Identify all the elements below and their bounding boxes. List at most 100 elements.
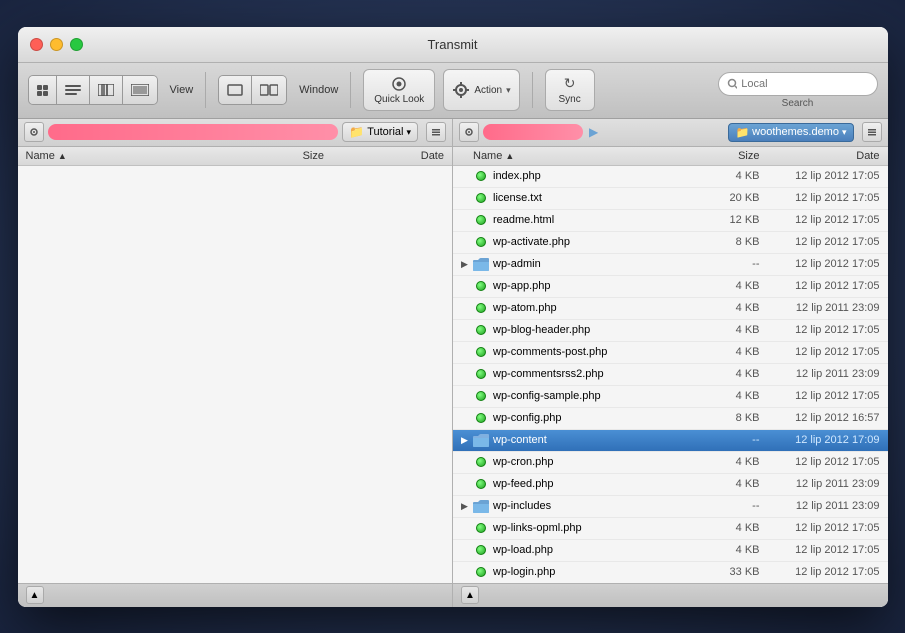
file-icon xyxy=(473,212,489,228)
left-column-header: Name ▲ Size Date xyxy=(18,147,453,166)
file-icon xyxy=(473,190,489,206)
status-dot xyxy=(476,325,486,335)
status-dot xyxy=(476,457,486,467)
file-name: wp-atom.php xyxy=(493,302,705,314)
toolbar-sep2 xyxy=(350,72,351,108)
left-folder-badge[interactable]: 📁 Tutorial ▾ xyxy=(342,122,418,142)
file-icon xyxy=(473,168,489,184)
status-dot xyxy=(476,391,486,401)
file-name: wp-activate.php xyxy=(493,236,705,248)
right-status-up-button[interactable]: ▲ xyxy=(461,586,479,604)
status-dot xyxy=(476,281,486,291)
file-size: 4 KB xyxy=(705,346,760,358)
sync-button[interactable]: ↻ Sync xyxy=(545,69,595,111)
window-single-button[interactable] xyxy=(219,76,252,104)
file-size: 4 KB xyxy=(705,456,760,468)
search-input[interactable] xyxy=(741,78,868,90)
table-row[interactable]: wp-comments-post.php4 KB12 lip 2012 17:0… xyxy=(453,342,888,364)
table-row[interactable]: license.txt20 KB12 lip 2012 17:05 xyxy=(453,188,888,210)
status-dot xyxy=(476,413,486,423)
toolbar: View Window Quic xyxy=(18,63,888,119)
window-dual-button[interactable] xyxy=(252,76,286,104)
view-column-button[interactable] xyxy=(90,76,123,104)
file-icon xyxy=(473,300,489,316)
file-date: 12 lip 2012 17:05 xyxy=(760,456,880,468)
file-date: 12 lip 2012 17:05 xyxy=(760,258,880,270)
content-area: 📁 Tutorial ▾ Name ▲ Siz xyxy=(18,119,888,607)
maximize-button[interactable] xyxy=(70,38,83,51)
quick-look-button[interactable]: Quick Look xyxy=(363,69,435,111)
right-folder-badge[interactable]: 📁 woothemes.demo ▾ xyxy=(728,123,853,142)
file-icon xyxy=(473,520,489,536)
left-pane-action-button[interactable] xyxy=(426,122,446,142)
left-breadcrumb-nav xyxy=(48,124,339,140)
table-row[interactable]: wp-app.php4 KB12 lip 2012 17:05 xyxy=(453,276,888,298)
file-size: 8 KB xyxy=(705,412,760,424)
action-arrow-icon: ▾ xyxy=(506,85,511,96)
view-grid-button[interactable] xyxy=(29,76,57,104)
file-date: 12 lip 2012 17:05 xyxy=(760,324,880,336)
file-date: 12 lip 2011 23:09 xyxy=(760,302,880,314)
close-button[interactable] xyxy=(30,38,43,51)
quick-look-icon xyxy=(389,76,409,92)
action-gear-icon xyxy=(452,81,470,99)
expand-arrow-icon: ▶ xyxy=(461,435,473,446)
table-row[interactable]: index.php4 KB12 lip 2012 17:05 xyxy=(453,166,888,188)
file-icon xyxy=(473,410,489,426)
file-name: wp-cron.php xyxy=(493,456,705,468)
left-status-up-button[interactable]: ▲ xyxy=(26,586,44,604)
status-dot xyxy=(476,347,486,357)
search-label: Search xyxy=(782,98,814,109)
right-name-col-label: Name xyxy=(473,150,502,162)
table-row[interactable]: wp-feed.php4 KB12 lip 2011 23:09 xyxy=(453,474,888,496)
status-dot xyxy=(476,237,486,247)
table-row[interactable]: wp-links-opml.php4 KB12 lip 2012 17:05 xyxy=(453,518,888,540)
right-pane-action-button[interactable] xyxy=(862,122,882,142)
table-row[interactable]: ▶wp-admin--12 lip 2012 17:05 xyxy=(453,254,888,276)
action-button[interactable]: Action ▾ xyxy=(443,69,519,111)
file-name: wp-commentsrss2.php xyxy=(493,368,705,380)
window-controls xyxy=(30,38,83,51)
table-row[interactable]: wp-activate.php8 KB12 lip 2012 17:05 xyxy=(453,232,888,254)
table-row[interactable]: wp-atom.php4 KB12 lip 2011 23:09 xyxy=(453,298,888,320)
table-row[interactable]: wp-config-sample.php4 KB12 lip 2012 17:0… xyxy=(453,386,888,408)
left-pane-add-button[interactable] xyxy=(24,122,44,142)
file-icon xyxy=(473,476,489,492)
right-sort-arrow-icon: ▲ xyxy=(505,151,514,161)
file-icon xyxy=(473,256,489,272)
single-pane-icon xyxy=(227,84,243,96)
file-icon xyxy=(473,498,489,514)
file-size: 4 KB xyxy=(705,544,760,556)
left-pane-header: 📁 Tutorial ▾ xyxy=(18,119,453,147)
dual-pane-icon xyxy=(260,84,278,96)
table-row[interactable]: ▶wp-content--12 lip 2012 17:09 xyxy=(453,430,888,452)
table-row[interactable]: wp-cron.php4 KB12 lip 2012 17:05 xyxy=(453,452,888,474)
table-row[interactable]: wp-load.php4 KB12 lip 2012 17:05 xyxy=(453,540,888,562)
view-list-button[interactable] xyxy=(57,76,90,104)
right-pane-add-button[interactable] xyxy=(459,122,479,142)
file-name: wp-config.php xyxy=(493,412,705,424)
status-dot xyxy=(476,303,486,313)
table-row[interactable]: wp-commentsrss2.php4 KB12 lip 2011 23:09 xyxy=(453,364,888,386)
table-row[interactable]: wp-login.php33 KB12 lip 2012 17:05 xyxy=(453,562,888,583)
status-dot xyxy=(476,215,486,225)
file-size: 4 KB xyxy=(705,368,760,380)
file-icon xyxy=(473,564,489,580)
file-date: 12 lip 2012 17:05 xyxy=(760,214,880,226)
search-box[interactable] xyxy=(718,72,878,96)
status-dot xyxy=(476,369,486,379)
table-row[interactable]: wp-config.php8 KB12 lip 2012 16:57 xyxy=(453,408,888,430)
view-cover-button[interactable] xyxy=(123,76,157,104)
table-row[interactable]: wp-blog-header.php4 KB12 lip 2012 17:05 xyxy=(453,320,888,342)
file-date: 12 lip 2012 17:05 xyxy=(760,522,880,534)
table-row[interactable]: readme.html12 KB12 lip 2012 17:05 xyxy=(453,210,888,232)
file-name: wp-includes xyxy=(493,500,705,512)
table-row[interactable]: ▶wp-includes--12 lip 2011 23:09 xyxy=(453,496,888,518)
right-statusbar: ▲ xyxy=(453,583,888,607)
status-dot xyxy=(476,171,486,181)
left-statusbar: ▲ xyxy=(18,583,453,607)
file-icon xyxy=(473,542,489,558)
expand-arrow-icon: ▶ xyxy=(461,501,473,512)
minimize-button[interactable] xyxy=(50,38,63,51)
file-icon xyxy=(473,322,489,338)
